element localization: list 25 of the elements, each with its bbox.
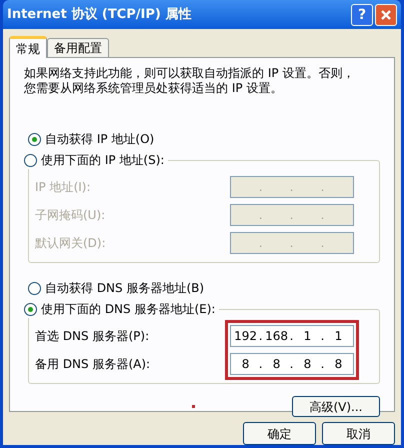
description-text: 如果网络支持此功能，则可以获取自动指派的 IP 设置。否则， 您需要从网络系统管理员处获得适当的 IP 设置。	[24, 66, 356, 96]
tab[interactable]: 备用配置	[47, 38, 109, 57]
radio-label: 使用下面的 IP 地址(S):	[41, 152, 164, 169]
radio-button[interactable]	[24, 154, 37, 166]
tab[interactable]: 常规	[9, 36, 47, 58]
field-label: IP 地址(I):	[35, 179, 92, 196]
radio-label: 使用下面的 DNS 服务器地址(E):	[41, 301, 216, 318]
radio-button[interactable]	[28, 282, 41, 294]
advanced-button[interactable]: 高级(V)...	[292, 396, 380, 417]
ip-field[interactable]: 8 . 8 . 8 . 8	[230, 353, 354, 375]
radio-label: 自动获得 DNS 服务器地址(B)	[45, 280, 204, 297]
field-label: 默认网关(D):	[35, 235, 106, 252]
close-button[interactable]	[375, 4, 397, 26]
field-label: 首选 DNS 服务器(P):	[35, 328, 150, 345]
ip-field[interactable]: 192. 168. 1 . 1	[230, 325, 354, 347]
dialog-button[interactable]: 取消	[322, 422, 395, 445]
radio-button[interactable]	[24, 302, 37, 316]
radio-button[interactable]	[28, 132, 41, 146]
radio-label: 自动获得 IP 地址(O)	[45, 131, 154, 148]
field-label: 备用 DNS 服务器(A):	[35, 356, 150, 373]
window-title: Internet 协议 (TCP/IP) 属性	[7, 6, 192, 24]
field-label: 子网掩码(U):	[35, 207, 106, 224]
close-icon	[380, 8, 392, 20]
help-button[interactable]: ?	[351, 4, 373, 26]
dialog-button[interactable]: 确定	[243, 422, 316, 445]
